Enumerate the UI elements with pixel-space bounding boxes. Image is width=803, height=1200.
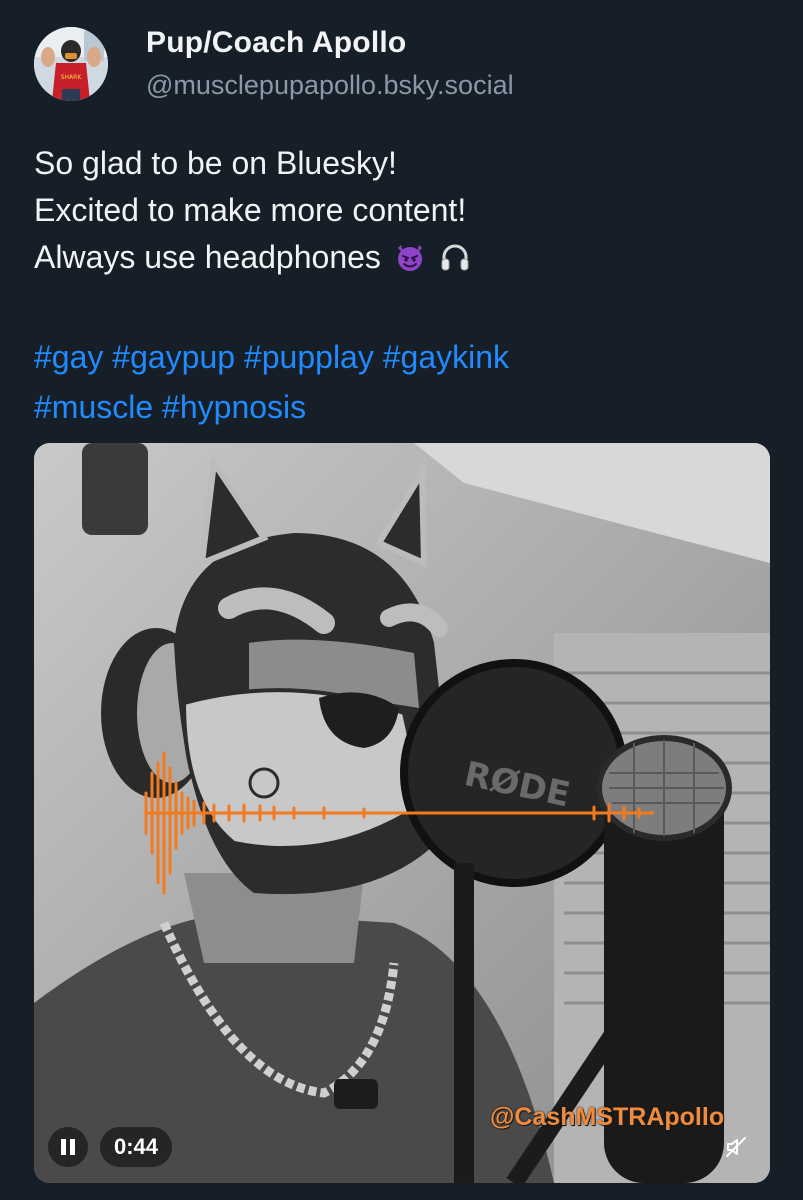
speaker-muted-icon	[726, 1137, 746, 1157]
video-watermark: @CashMSTRApollo	[490, 1103, 725, 1131]
video-time: 0:44	[100, 1127, 173, 1167]
post-text: So glad to be on Bluesky! Excited to mak…	[34, 140, 774, 286]
post-text-line: So glad to be on Bluesky!	[34, 145, 397, 181]
avatar-photo-icon: SHARK	[34, 27, 108, 101]
video-frame: RØDE	[34, 443, 770, 1183]
author-handle[interactable]: @musclepupapollo.bsky.social	[146, 70, 514, 101]
pause-button[interactable]	[48, 1127, 88, 1167]
hashtag-link[interactable]: #gay	[34, 339, 103, 375]
hashtag-link[interactable]: #gaypup	[112, 339, 235, 375]
hashtag-link[interactable]: #muscle	[34, 389, 153, 425]
smiling-devil-icon	[394, 239, 426, 286]
hashtag-link[interactable]: #hypnosis	[162, 389, 306, 425]
pause-icon	[61, 1139, 75, 1155]
headphones-icon	[439, 239, 471, 286]
svg-text:SHARK: SHARK	[61, 74, 83, 81]
mute-toggle-button[interactable]	[716, 1127, 756, 1167]
post-card: SHARK Pup/Coach Apollo @musclepupapollo.…	[0, 0, 803, 1200]
hashtag-link[interactable]: #gaykink	[383, 339, 509, 375]
video-player[interactable]: RØDE @CashMSTRApollo 0:44	[34, 443, 770, 1183]
author-name[interactable]: Pup/Coach Apollo	[146, 26, 406, 60]
post-text-line: Always use headphones	[34, 234, 774, 286]
author-avatar[interactable]: SHARK	[34, 27, 108, 101]
hashtag-link[interactable]: #pupplay	[244, 339, 374, 375]
post-text-line: Excited to make more content!	[34, 192, 467, 228]
hashtag-list: #gay #gaypup #pupplay #gaykink #muscle #…	[34, 332, 774, 432]
